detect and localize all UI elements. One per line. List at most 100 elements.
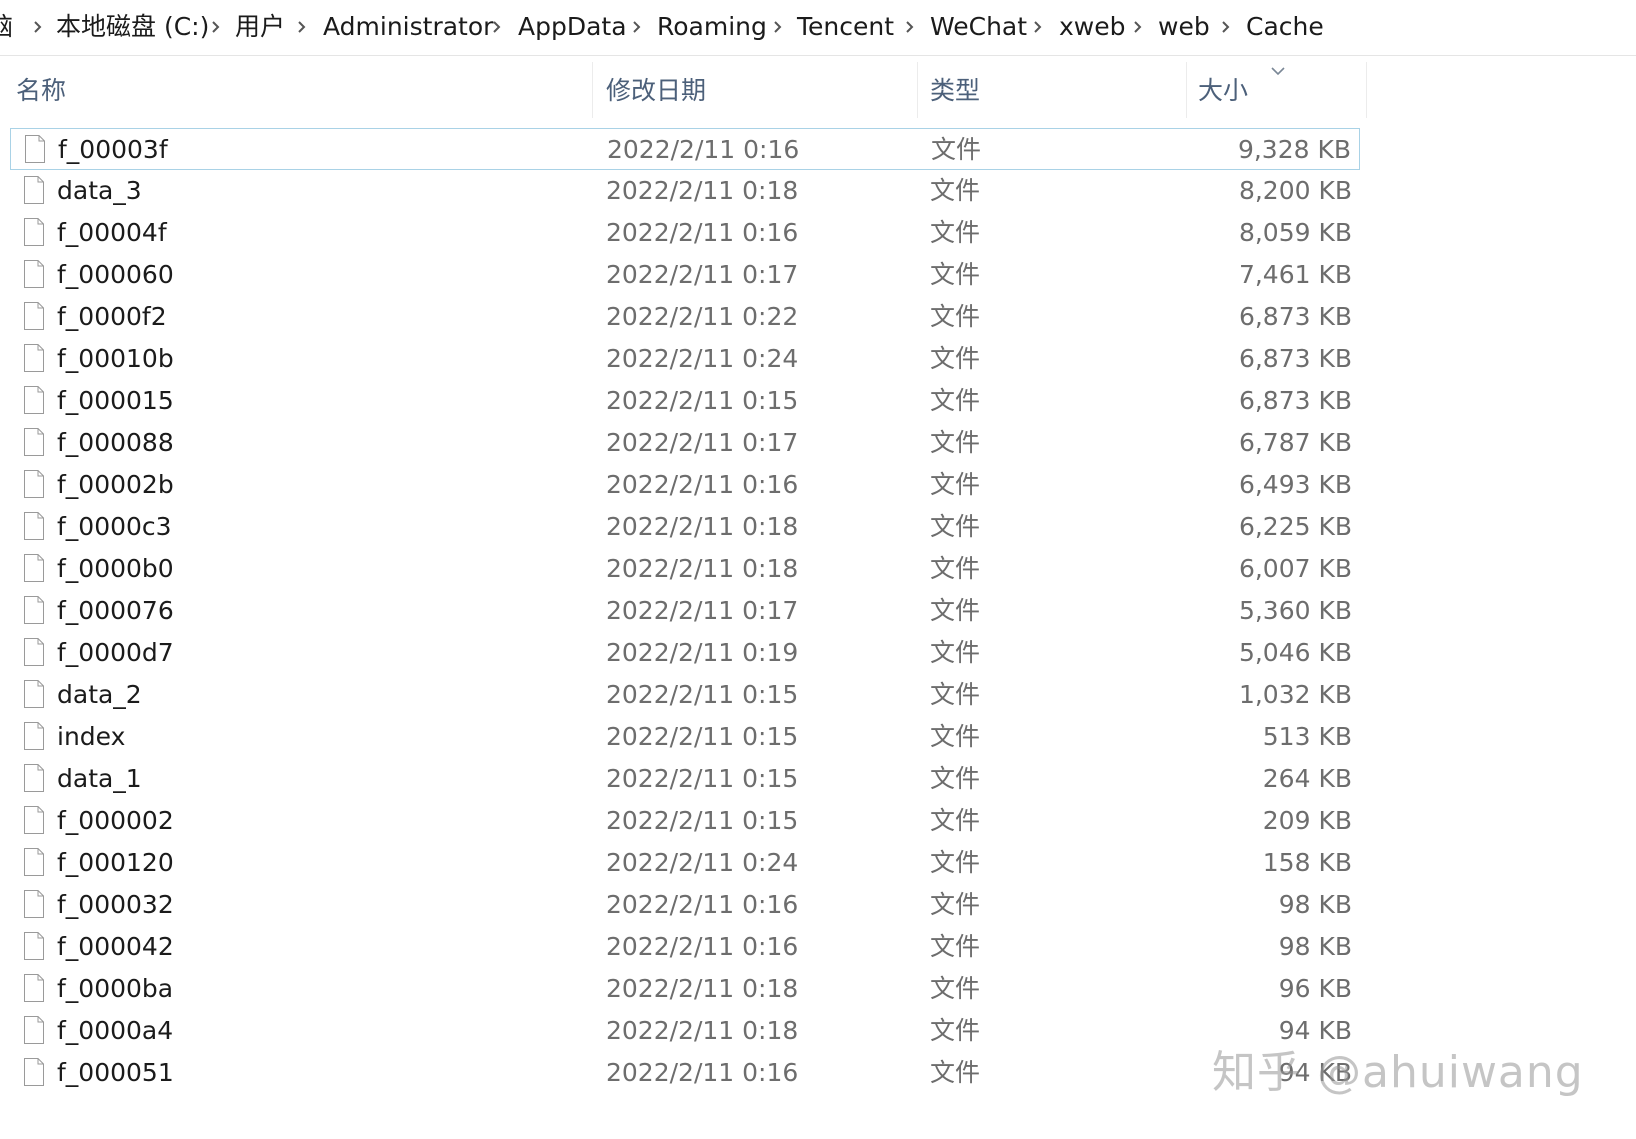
file-icon (22, 679, 46, 709)
file-size: 9,328 KB (1237, 135, 1351, 164)
file-row[interactable]: data_3 2022/2/11 0:18 文件 8,200 KB (10, 170, 1360, 212)
file-row[interactable]: f_0000c3 2022/2/11 0:18 文件 6,225 KB (10, 506, 1360, 548)
file-modified-date: 2022/2/11 0:17 (606, 428, 799, 457)
breadcrumb-item-web[interactable]: web (1158, 10, 1210, 44)
file-type: 文件 (930, 722, 981, 751)
breadcrumb-item-administrator[interactable]: Administrator (323, 10, 493, 44)
file-name: f_0000b0 (57, 554, 174, 583)
file-type: 文件 (930, 638, 981, 667)
breadcrumb-item-computer[interactable]: 脑 (0, 10, 13, 44)
chevron-right-icon[interactable] (33, 16, 43, 38)
file-icon (22, 721, 46, 751)
file-icon (22, 763, 46, 793)
file-row[interactable]: f_0000d7 2022/2/11 0:19 文件 5,046 KB (10, 632, 1360, 674)
file-type: 文件 (930, 554, 981, 583)
file-size: 8,200 KB (1238, 176, 1352, 205)
breadcrumb-item-roaming[interactable]: Roaming (657, 10, 767, 44)
file-row[interactable]: f_00004f 2022/2/11 0:16 文件 8,059 KB (10, 212, 1360, 254)
column-divider[interactable] (1186, 62, 1187, 118)
file-size: 8,059 KB (1238, 218, 1352, 247)
file-name: f_000120 (57, 848, 174, 877)
file-size: 158 KB (1262, 848, 1352, 877)
file-modified-date: 2022/2/11 0:24 (606, 344, 799, 373)
file-row[interactable]: f_000042 2022/2/11 0:16 文件 98 KB (10, 926, 1360, 968)
file-type: 文件 (930, 218, 981, 247)
file-type: 文件 (930, 512, 981, 541)
file-row[interactable]: f_0000f2 2022/2/11 0:22 文件 6,873 KB (10, 296, 1360, 338)
file-modified-date: 2022/2/11 0:16 (606, 1058, 799, 1087)
file-name: f_000076 (57, 596, 174, 625)
file-row[interactable]: f_000051 2022/2/11 0:16 文件 94 KB (10, 1052, 1360, 1094)
breadcrumb-item-users[interactable]: 用户 (235, 10, 285, 44)
column-divider[interactable] (1366, 62, 1367, 118)
file-modified-date: 2022/2/11 0:18 (606, 176, 799, 205)
chevron-right-icon[interactable] (905, 16, 915, 38)
file-name: f_000051 (57, 1058, 174, 1087)
file-icon (22, 259, 46, 289)
chevron-right-icon[interactable] (492, 16, 502, 38)
file-type: 文件 (930, 848, 981, 877)
file-row[interactable]: f_000120 2022/2/11 0:24 文件 158 KB (10, 842, 1360, 884)
chevron-right-icon[interactable] (1033, 16, 1043, 38)
chevron-right-icon[interactable] (297, 16, 307, 38)
breadcrumb: 脑 本地磁盘 (C:) 用户 Administrator AppData Roa… (0, 0, 1636, 56)
file-row[interactable]: f_0000b0 2022/2/11 0:18 文件 6,007 KB (10, 548, 1360, 590)
file-name: f_0000ba (57, 974, 174, 1003)
file-modified-date: 2022/2/11 0:15 (606, 386, 799, 415)
file-size: 98 KB (1278, 932, 1352, 961)
file-type: 文件 (930, 470, 981, 499)
breadcrumb-item-appdata[interactable]: AppData (518, 10, 627, 44)
breadcrumb-item-local-disk[interactable]: 本地磁盘 (C:) (56, 10, 209, 44)
file-icon (22, 889, 46, 919)
file-name: f_000002 (57, 806, 174, 835)
file-modified-date: 2022/2/11 0:17 (606, 260, 799, 289)
column-header-name[interactable]: 名称 (16, 74, 66, 108)
chevron-right-icon[interactable] (1221, 16, 1231, 38)
file-type: 文件 (930, 344, 981, 373)
column-header-type[interactable]: 类型 (930, 74, 980, 108)
column-divider[interactable] (592, 62, 593, 118)
file-row[interactable]: f_00010b 2022/2/11 0:24 文件 6,873 KB (10, 338, 1360, 380)
breadcrumb-item-xweb[interactable]: xweb (1059, 10, 1126, 44)
breadcrumb-item-tencent[interactable]: Tencent (797, 10, 894, 44)
file-modified-date: 2022/2/11 0:16 (606, 932, 799, 961)
file-row[interactable]: f_000088 2022/2/11 0:17 文件 6,787 KB (10, 422, 1360, 464)
chevron-right-icon[interactable] (773, 16, 783, 38)
file-icon (22, 595, 46, 625)
file-name: f_0000c3 (57, 512, 172, 541)
file-row[interactable]: f_000015 2022/2/11 0:15 文件 6,873 KB (10, 380, 1360, 422)
file-row[interactable]: data_1 2022/2/11 0:15 文件 264 KB (10, 758, 1360, 800)
chevron-right-icon[interactable] (211, 16, 221, 38)
file-icon (22, 301, 46, 331)
file-size: 7,461 KB (1238, 260, 1352, 289)
file-type: 文件 (930, 596, 981, 625)
file-row[interactable]: f_000060 2022/2/11 0:17 文件 7,461 KB (10, 254, 1360, 296)
file-row[interactable]: f_00003f 2022/2/11 0:16 文件 9,328 KB (10, 128, 1360, 170)
chevron-right-icon[interactable] (1133, 16, 1143, 38)
file-row[interactable]: f_000032 2022/2/11 0:16 文件 98 KB (10, 884, 1360, 926)
file-modified-date: 2022/2/11 0:17 (606, 596, 799, 625)
column-header-date[interactable]: 修改日期 (606, 74, 706, 108)
file-size: 6,873 KB (1238, 302, 1352, 331)
chevron-right-icon[interactable] (632, 16, 642, 38)
breadcrumb-item-wechat[interactable]: WeChat (930, 10, 1027, 44)
file-row[interactable]: f_00002b 2022/2/11 0:16 文件 6,493 KB (10, 464, 1360, 506)
file-row[interactable]: f_0000a4 2022/2/11 0:18 文件 94 KB (10, 1010, 1360, 1052)
file-size: 264 KB (1262, 764, 1352, 793)
file-row[interactable]: f_000076 2022/2/11 0:17 文件 5,360 KB (10, 590, 1360, 632)
file-icon (22, 217, 46, 247)
file-row[interactable]: f_000002 2022/2/11 0:15 文件 209 KB (10, 800, 1360, 842)
file-row[interactable]: index 2022/2/11 0:15 文件 513 KB (10, 716, 1360, 758)
breadcrumb-item-cache[interactable]: Cache (1246, 10, 1324, 44)
column-header-size[interactable]: 大小 (1198, 74, 1248, 108)
column-divider[interactable] (917, 62, 918, 118)
file-icon (22, 553, 46, 583)
file-modified-date: 2022/2/11 0:18 (606, 1016, 799, 1045)
file-row[interactable]: data_2 2022/2/11 0:15 文件 1,032 KB (10, 674, 1360, 716)
watermark: 知乎 @ahuiwang (1212, 1047, 1584, 1098)
file-icon (22, 343, 46, 373)
file-modified-date: 2022/2/11 0:16 (606, 890, 799, 919)
file-row[interactable]: f_0000ba 2022/2/11 0:18 文件 96 KB (10, 968, 1360, 1010)
file-type: 文件 (930, 260, 981, 289)
file-name: f_0000a4 (57, 1016, 174, 1045)
